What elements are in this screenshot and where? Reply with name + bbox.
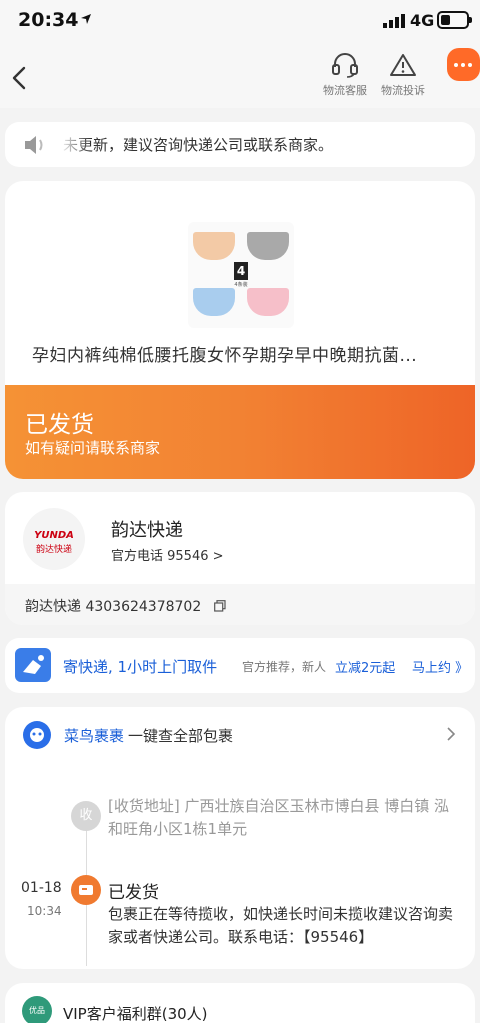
signal-icon: [383, 14, 405, 28]
promo-action-link[interactable]: 马上约 》: [412, 657, 468, 676]
courier-logo-text: YUNDA: [34, 530, 74, 541]
cainiao-text[interactable]: 一键查全部包裹: [128, 725, 233, 746]
product-swatch: [193, 232, 235, 260]
product-swatch: [247, 288, 289, 316]
event-description: 包裹正在等待揽收，如快递长时间未揽收建议咨询卖家或者快递公司。联系电话：【955…: [108, 905, 454, 946]
more-button[interactable]: [447, 48, 480, 81]
courier-logo: YUNDA 韵达快递: [23, 508, 85, 570]
product-name[interactable]: 孕妇内裤纯棉低腰托腹女怀孕期孕早中晚期抗菌...: [32, 341, 417, 366]
status-title: 已发货: [25, 412, 94, 438]
vip-group-avatar: 优品: [22, 996, 52, 1023]
cainiao-bird-icon: [23, 721, 51, 749]
headset-icon: [332, 53, 358, 78]
notice-fade: [60, 130, 90, 160]
customer-service-label: 物流客服: [323, 84, 367, 97]
tracking-bar: 韵达快递 4303624378702: [5, 584, 475, 625]
notice-bar: 未更新，建议咨询快递公司或联系商家。: [5, 122, 475, 167]
receive-address-dot: 收: [71, 801, 101, 831]
status-subtitle: 如有疑问请联系商家: [25, 439, 161, 457]
event-time: 10:34: [27, 904, 62, 918]
courier-name: 韵达快递: [111, 520, 183, 541]
copy-icon[interactable]: [214, 600, 226, 612]
promo-discount: 立减2元起: [335, 661, 396, 676]
product-image[interactable]: 4 4条装: [188, 222, 294, 328]
courier-phone-link[interactable]: 官方电话 95546 >: [111, 545, 224, 564]
promo-title: 寄快递, 1小时上门取件: [63, 658, 218, 676]
receive-address: [收货地址] 广西壮族自治区玉林市博白县 博白镇 泓和旺角小区1栋1单元: [108, 797, 450, 838]
status-time: 20:34: [18, 9, 79, 31]
network-type: 4G: [410, 11, 435, 30]
cainiao-brand[interactable]: 菜鸟裹裹: [64, 725, 124, 746]
shipping-status-banner: 已发货 如有疑问请联系商家: [5, 385, 475, 479]
pack-sub: 4条装: [234, 282, 248, 288]
vip-group-card[interactable]: 优品 VIP客户福利群(30人): [5, 983, 475, 1023]
tracking-number: 韵达快递 4303624378702: [25, 599, 202, 615]
product-swatch: [247, 232, 289, 260]
courier-logo-sub: 韵达快递: [35, 545, 72, 555]
courier-card: YUNDA 韵达快递 韵达快递 官方电话 95546 > 韵达快递 430362…: [5, 492, 475, 625]
pack-badge: 4: [234, 262, 248, 280]
shipped-truck-icon: [71, 875, 101, 905]
chevron-right-icon[interactable]: [445, 725, 457, 743]
battery-icon: [437, 11, 472, 29]
speaker-icon: [25, 136, 43, 154]
pickup-promo-banner[interactable]: 寄快递, 1小时上门取件 官方推荐，新人 立减2元起 马上约 》: [5, 638, 475, 693]
warning-icon: [390, 54, 416, 76]
customer-service-button[interactable]: 物流客服: [317, 52, 373, 98]
promo-recommend: 官方推荐，新人: [242, 660, 327, 674]
product-swatch: [193, 288, 235, 316]
notice-text: 未更新，建议咨询快递公司或联系商家。: [63, 136, 334, 154]
logistics-timeline-card: 菜鸟裹裹 一键查全部包裹 收 [收货地址] 广西壮族自治区玉林市博白县 博白镇 …: [5, 707, 475, 969]
event-status: 已发货: [108, 883, 159, 903]
location-arrow-icon: [81, 14, 91, 24]
delivery-box-icon: [15, 648, 51, 682]
event-date: 01-18: [21, 880, 62, 896]
complaint-label: 物流投诉: [381, 84, 425, 97]
back-button[interactable]: [6, 58, 36, 98]
vip-group-text: VIP客户福利群(30人): [63, 1005, 208, 1023]
order-card: 4 4条装 孕妇内裤纯棉低腰托腹女怀孕期孕早中晚期抗菌... 已发货 如有疑问请…: [5, 181, 475, 479]
complaint-button[interactable]: 物流投诉: [375, 52, 431, 98]
